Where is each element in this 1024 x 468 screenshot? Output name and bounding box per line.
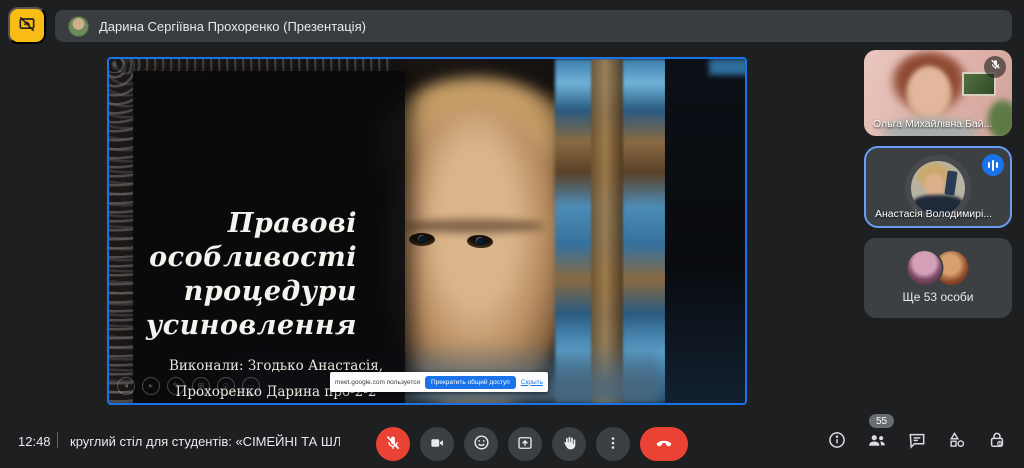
slideshow-pen-icon[interactable]: ✎: [167, 377, 185, 395]
avatar-stack: [908, 251, 969, 285]
reactions-button[interactable]: [464, 427, 498, 461]
presenter-name: Дарина Сергіївна Прохоренко (Презентація…: [99, 19, 366, 34]
photo-lace-curtain-left: [109, 59, 135, 403]
slide-title-line: процедури: [145, 275, 357, 309]
photo-blue-sliver: [709, 59, 747, 75]
participant-tile-anastasiia[interactable]: Анастасія Володимирі...: [864, 146, 1012, 228]
mic-off-icon: [384, 434, 402, 455]
share-message: meet.google.com пользуется вашим экраном…: [335, 379, 420, 386]
mic-toggle-button[interactable]: [376, 427, 410, 461]
speaking-indicator: [982, 154, 1004, 176]
participant-tile-olga[interactable]: Ольга Михайлівна Бай...: [864, 50, 1012, 136]
presenter-avatar: [68, 16, 89, 37]
slide-title-line: особливості: [145, 241, 357, 275]
avatar-phone: [944, 170, 957, 195]
slide-title: Правові особливості процедури усиновленн…: [145, 207, 357, 343]
participant-name: Анастасія Володимирі...: [875, 208, 1001, 220]
slideshow-grid-icon[interactable]: ⊞: [192, 377, 210, 395]
audio-bar: [988, 162, 991, 168]
avatar: [908, 251, 942, 285]
host-controls-button[interactable]: [986, 431, 1008, 453]
slideshow-reaction-icon[interactable]: ☺: [217, 377, 235, 395]
lock-icon: [987, 430, 1007, 455]
mic-off-icon: [989, 58, 1002, 76]
presentation-warning-button[interactable]: [8, 7, 46, 44]
people-icon: [866, 429, 888, 456]
participant-video-detail: [906, 66, 952, 122]
presentation-off-icon: [17, 14, 37, 37]
house-plant: [986, 98, 1012, 136]
participants-panel-button[interactable]: 55: [866, 431, 888, 453]
chrome-share-bar: meet.google.com пользуется вашим экраном…: [330, 372, 548, 392]
meeting-title: круглий стіл для студентів: «СІМЕЙНІ ТА …: [70, 434, 340, 449]
smiley-icon: [472, 433, 491, 455]
meet-window: Дарина Сергіївна Прохоренко (Презентація…: [0, 0, 1024, 468]
slideshow-play-icon[interactable]: ▸: [142, 377, 160, 395]
activities-panel-button[interactable]: [946, 431, 968, 453]
slideshow-prev-icon[interactable]: ◂: [117, 377, 135, 395]
chat-panel-button[interactable]: [906, 431, 928, 453]
present-icon: [516, 434, 534, 455]
presenter-banner[interactable]: Дарина Сергіївна Прохоренко (Презентація…: [55, 10, 1012, 42]
meeting-panels: 55: [826, 431, 1008, 453]
more-options-button[interactable]: [596, 427, 630, 461]
chat-icon: [907, 430, 927, 455]
slideshow-more-icon[interactable]: ⋯: [242, 377, 260, 395]
hand-icon: [560, 434, 578, 455]
slide-title-line: усиновлення: [145, 309, 357, 343]
mic-muted-indicator: [984, 56, 1006, 78]
info-icon: [827, 430, 847, 455]
audio-bar: [992, 160, 995, 171]
meeting-details-button[interactable]: [826, 431, 848, 453]
phone-hangup-icon: [653, 432, 675, 457]
camera-toggle-button[interactable]: [420, 427, 454, 461]
slideshow-toolbar: ◂ ▸ ✎ ⊞ ☺ ⋯: [117, 377, 260, 395]
avatar: [911, 161, 965, 215]
end-call-button[interactable]: [640, 427, 688, 461]
photo-child-eye-left: [409, 233, 435, 246]
activities-icon: [947, 430, 967, 455]
avatar-detail: [924, 173, 944, 197]
more-participants-label: Ще 53 особи: [864, 290, 1012, 304]
clock: 12:48: [18, 434, 51, 449]
stop-sharing-button[interactable]: Прекратить общий доступ: [425, 376, 516, 389]
divider: [57, 432, 58, 448]
photo-child-brow: [404, 219, 544, 233]
photo-dark-right: [665, 59, 745, 403]
slide-title-line: Правові: [145, 207, 357, 241]
shared-screen-region[interactable]: Правові особливості процедури усиновленн…: [107, 57, 747, 405]
camera-icon: [428, 434, 446, 455]
call-controls: [376, 427, 688, 461]
hide-share-bar-link[interactable]: Скрыть: [521, 379, 543, 386]
participant-count-badge: 55: [869, 414, 894, 428]
participant-name: Ольга Михайлівна Бай...: [873, 118, 1003, 130]
raise-hand-button[interactable]: [552, 427, 586, 461]
more-participants-tile[interactable]: Ще 53 особи: [864, 238, 1012, 318]
present-screen-button[interactable]: [508, 427, 542, 461]
audio-bar: [996, 162, 999, 168]
more-vertical-icon: [604, 434, 622, 455]
